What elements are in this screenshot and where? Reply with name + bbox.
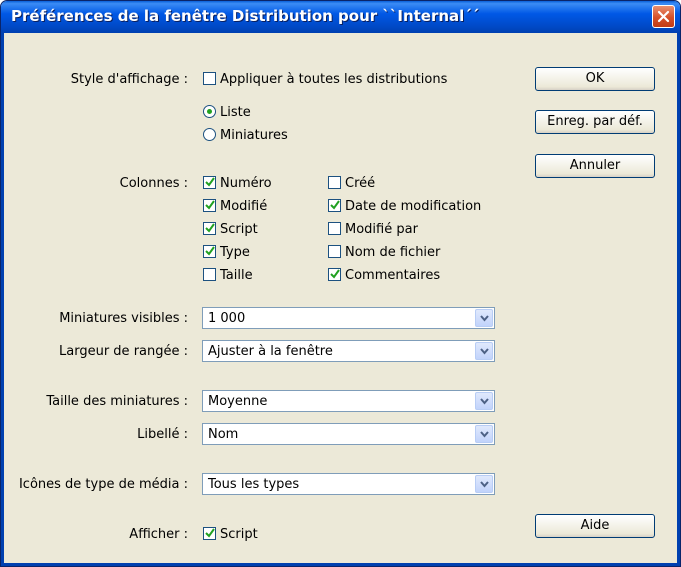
column-taille-label: Taille [220,268,253,283]
media-icons-value: Tous les types [208,477,300,492]
column-modifie-par-label: Modifié par [345,222,418,237]
checkbox-box[interactable] [203,199,216,212]
thumb-size-label: Taille des miniatures : [46,394,188,409]
apply-all-label: Appliquer à toutes les distributions [220,72,448,87]
column-modifie-checkbox[interactable]: Modifié [203,199,267,214]
show-label: Afficher : [129,527,188,542]
checkbox-box[interactable] [328,268,341,281]
column-nom-fichier-label: Nom de fichier [345,245,441,260]
row-width-select[interactable]: Ajuster à la fenêtre [202,340,495,362]
dropdown-arrow[interactable] [475,475,493,493]
chevron-down-icon [480,315,489,322]
checkbox-box[interactable] [203,245,216,258]
ok-button[interactable]: OK [535,67,655,91]
media-icons-label: Icônes de type de média : [18,477,188,492]
row-width-value: Ajuster à la fenêtre [208,344,333,359]
radio-button[interactable] [203,128,216,141]
radio-button[interactable] [203,105,216,118]
chevron-down-icon [480,398,489,405]
checkbox-box[interactable] [328,245,341,258]
apply-all-checkbox[interactable]: Appliquer à toutes les distributions [203,72,447,87]
close-button[interactable] [652,5,675,28]
check-icon [205,200,215,210]
cancel-button[interactable]: Annuler [535,154,655,178]
column-commentaires-label: Commentaires [345,268,441,283]
checkbox-box[interactable] [328,199,341,212]
column-taille-checkbox[interactable]: Taille [203,268,253,283]
visible-thumbs-value: 1 000 [208,311,246,326]
title-bar[interactable]: Préférences de la fenêtre Distribution p… [1,1,680,33]
column-modifie-label: Modifié [220,199,268,214]
thumb-size-value: Moyenne [208,394,268,409]
column-type-label: Type [220,245,250,260]
visible-thumbs-label: Miniatures visibles : [59,311,188,326]
column-type-checkbox[interactable]: Type [203,245,250,260]
show-script-checkbox[interactable]: Script [203,527,258,542]
radio-list[interactable]: Liste [203,105,251,120]
column-script-label: Script [220,222,258,237]
dropdown-arrow[interactable] [475,392,493,410]
preferences-dialog: Préférences de la fenêtre Distribution p… [0,0,681,567]
checkbox-box[interactable] [203,72,216,85]
columns-label: Colonnes : [119,176,188,191]
thumb-size-select[interactable]: Moyenne [202,390,495,412]
caption-value: Nom [208,427,239,442]
dialog-body: Style d'affichage : Appliquer à toutes l… [4,33,677,563]
dropdown-arrow[interactable] [475,342,493,360]
save-default-button[interactable]: Enreg. par déf. [535,110,655,134]
media-icons-select[interactable]: Tous les types [202,473,495,495]
chevron-down-icon [480,348,489,355]
radio-thumbnails-label: Miniatures [220,128,288,143]
dropdown-arrow[interactable] [475,309,493,327]
chevron-down-icon [480,481,489,488]
check-icon [330,200,340,210]
column-commentaires-checkbox[interactable]: Commentaires [328,268,440,283]
visible-thumbs-select[interactable]: 1 000 [202,307,495,329]
column-numero-checkbox[interactable]: Numéro [203,176,272,191]
check-icon [205,246,215,256]
checkbox-box[interactable] [203,268,216,281]
checkbox-box[interactable] [328,176,341,189]
check-icon [205,177,215,187]
help-button[interactable]: Aide [535,514,655,538]
column-numero-label: Numéro [220,176,272,191]
checkbox-box[interactable] [328,222,341,235]
check-icon [205,528,215,538]
radio-thumbnails[interactable]: Miniatures [203,128,288,143]
column-date-modification-label: Date de modification [345,199,482,214]
checkbox-box[interactable] [203,527,216,540]
checkbox-box[interactable] [203,176,216,189]
display-style-label: Style d'affichage : [70,72,188,87]
show-script-label: Script [220,527,258,542]
checkbox-box[interactable] [203,222,216,235]
window-title: Préférences de la fenêtre Distribution p… [11,7,480,25]
caption-select[interactable]: Nom [202,423,495,445]
column-modifie-par-checkbox[interactable]: Modifié par [328,222,418,237]
check-icon [205,223,215,233]
column-cree-checkbox[interactable]: Créé [328,176,375,191]
column-date-modification-checkbox[interactable]: Date de modification [328,199,481,214]
check-icon [330,269,340,279]
chevron-down-icon [480,431,489,438]
caption-label: Libellé : [137,427,188,442]
row-width-label: Largeur de rangée : [59,344,188,359]
dropdown-arrow[interactable] [475,425,493,443]
close-icon [657,10,670,23]
column-nom-fichier-checkbox[interactable]: Nom de fichier [328,245,440,260]
column-cree-label: Créé [345,176,376,191]
radio-list-label: Liste [220,105,251,120]
column-script-checkbox[interactable]: Script [203,222,258,237]
